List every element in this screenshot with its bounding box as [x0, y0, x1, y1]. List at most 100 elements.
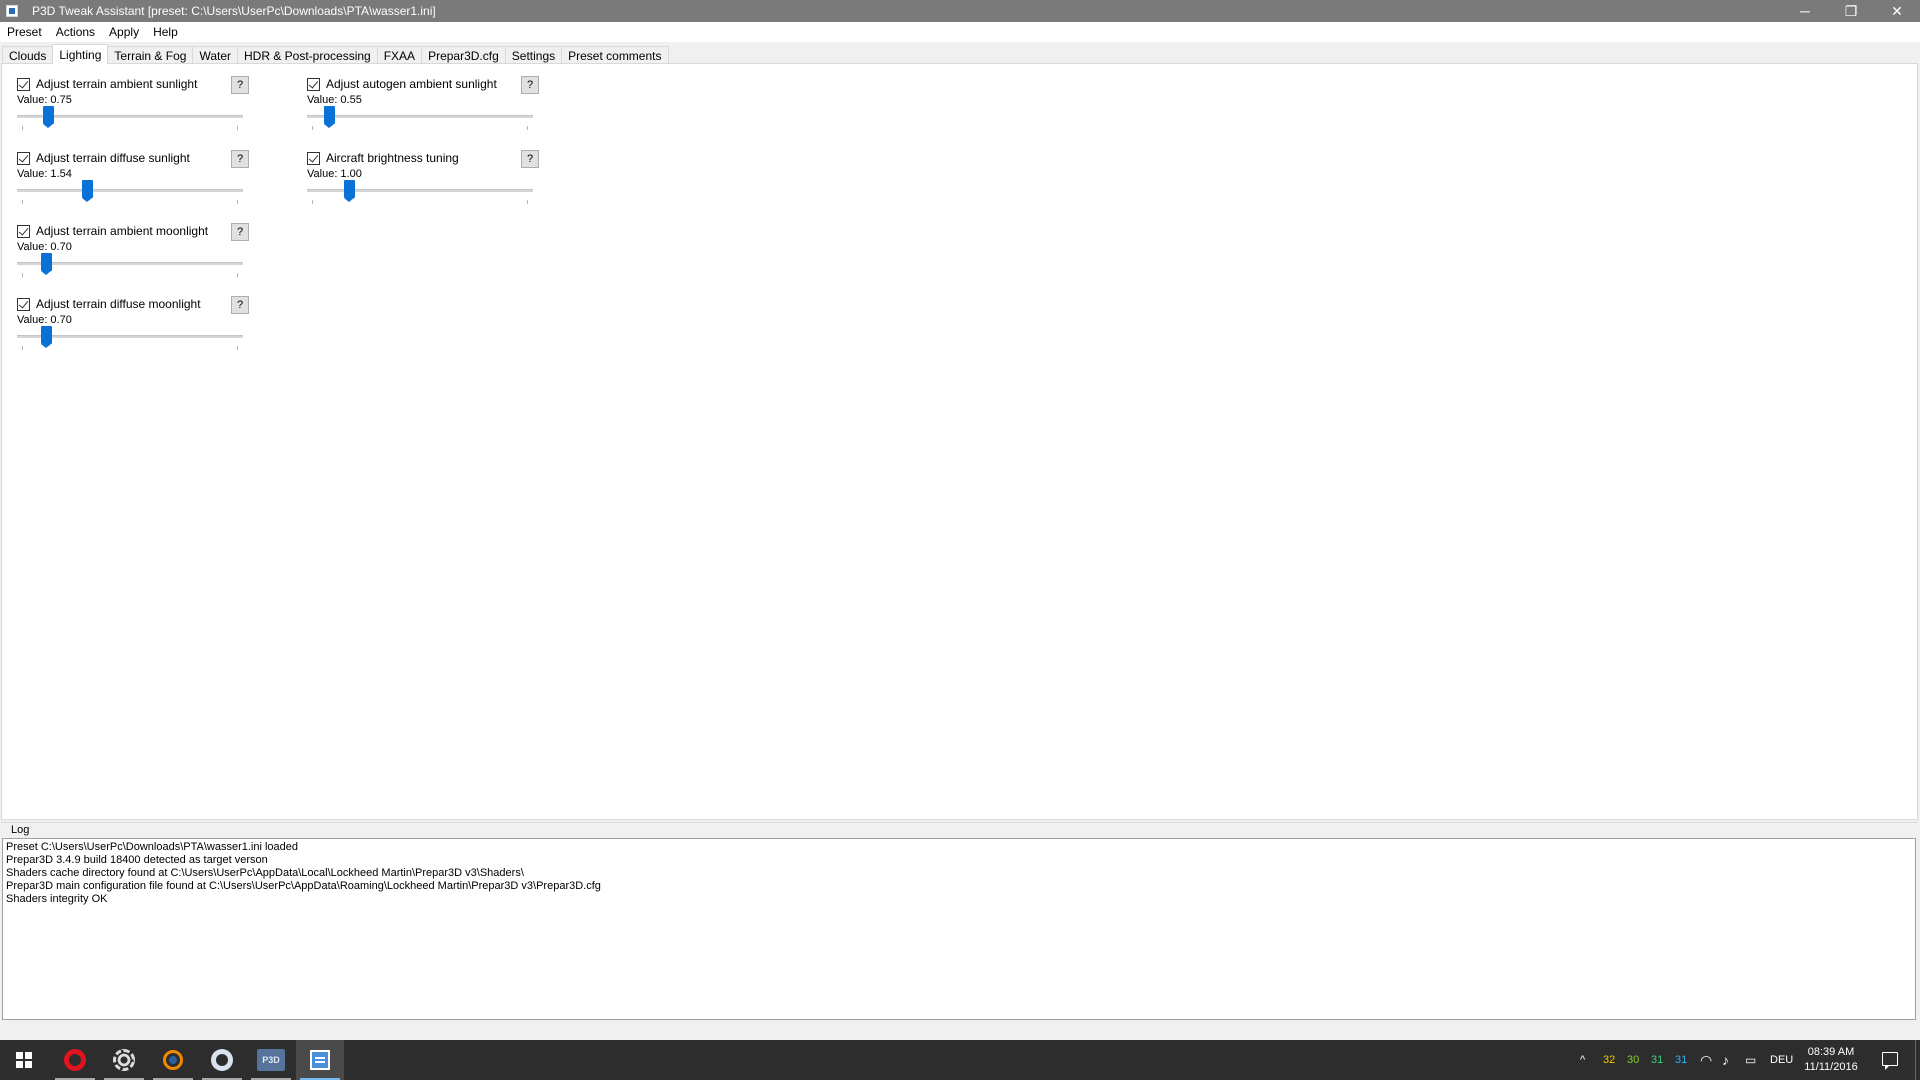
- terrain-diffuse-sunlight-checkbox[interactable]: [17, 151, 30, 165]
- tab-preset-comments[interactable]: Preset comments: [561, 46, 669, 64]
- clock-date: 11/11/2016: [1804, 1061, 1858, 1073]
- slider-thumb[interactable]: [41, 253, 52, 275]
- slider-tick: [22, 200, 23, 204]
- tray-temp-2[interactable]: 30: [1627, 1054, 1639, 1066]
- tray-temp-1[interactable]: 32: [1603, 1054, 1615, 1066]
- checkbox-label: Adjust terrain ambient sunlight: [36, 77, 198, 91]
- taskbar-pta[interactable]: [296, 1040, 344, 1080]
- lighting-tab-panel: Adjust terrain ambient sunlight ? Value:…: [1, 63, 1918, 820]
- slider-thumb[interactable]: [43, 106, 54, 128]
- checkbox-label: Adjust terrain ambient moonlight: [36, 224, 209, 238]
- minimize-button[interactable]: ─: [1782, 0, 1828, 22]
- clock[interactable]: 08:39 AM 11/11/2016: [1796, 1045, 1866, 1075]
- window-controls: ─ ❐ ✕: [1782, 0, 1920, 22]
- value-label: Value: 1.00: [307, 168, 362, 180]
- restore-button[interactable]: ❐: [1828, 0, 1874, 22]
- slider-thumb[interactable]: [82, 180, 93, 202]
- slider-thumb[interactable]: [324, 106, 335, 128]
- slider-tick: [527, 126, 528, 130]
- log-header: Log: [1, 822, 1918, 838]
- window-title: P3D Tweak Assistant [preset: C:\Users\Us…: [32, 4, 436, 18]
- tray-temp-4[interactable]: 31: [1675, 1054, 1687, 1066]
- help-button[interactable]: ?: [231, 223, 249, 241]
- value-label: Value: 0.70: [17, 241, 72, 253]
- log-line: Shaders integrity OK: [6, 893, 108, 905]
- menu-actions[interactable]: Actions: [49, 25, 102, 39]
- log-line: Shaders cache directory found at C:\User…: [6, 867, 524, 879]
- menu-preset[interactable]: Preset: [0, 25, 49, 39]
- slider-tick: [237, 200, 238, 204]
- help-button[interactable]: ?: [521, 76, 539, 94]
- aircraft-brightness-checkbox[interactable]: [307, 151, 320, 165]
- menu-apply[interactable]: Apply: [102, 25, 146, 39]
- terrain-ambient-sunlight-checkbox[interactable]: [17, 77, 30, 91]
- taskbar-p3d[interactable]: P3D: [247, 1040, 295, 1080]
- terrain-diffuse-moonlight-slider[interactable]: [17, 326, 243, 350]
- help-button[interactable]: ?: [231, 76, 249, 94]
- checkbox-label: Adjust terrain diffuse sunlight: [36, 151, 190, 165]
- tab-hdr-post-processing[interactable]: HDR & Post-processing: [237, 46, 378, 64]
- action-center-icon[interactable]: [1882, 1052, 1898, 1070]
- autogen-ambient-sunlight-checkbox[interactable]: [307, 77, 320, 91]
- pta-icon: [310, 1050, 330, 1070]
- value-label: Value: 1.54: [17, 168, 72, 180]
- terrain-ambient-sunlight-slider[interactable]: [17, 106, 243, 130]
- tray-overflow-chevron[interactable]: ^: [1580, 1040, 1585, 1080]
- tab-fxaa[interactable]: FXAA: [376, 46, 423, 64]
- app-icon: [6, 5, 18, 17]
- slider-track: [307, 189, 533, 192]
- menu-bar: Preset Actions Apply Help: [0, 22, 1920, 42]
- terrain-diffuse-moonlight-checkbox[interactable]: [17, 297, 30, 311]
- value-label: Value: 0.70: [17, 314, 72, 326]
- keyboard-icon[interactable]: ▭: [1745, 1040, 1756, 1080]
- opera-icon: [64, 1049, 86, 1071]
- taskbar-steam[interactable]: [198, 1040, 246, 1080]
- setting-terrain-diffuse-sunlight: Adjust terrain diffuse sunlight ? Value:…: [17, 150, 257, 220]
- tab-settings[interactable]: Settings: [504, 46, 563, 64]
- p3d-icon: P3D: [257, 1049, 285, 1071]
- volume-icon[interactable]: ♪: [1722, 1040, 1729, 1080]
- log-textbox[interactable]: Preset C:\Users\UserPc\Downloads\PTA\was…: [2, 838, 1916, 1020]
- slider-tick: [237, 346, 238, 350]
- terrain-ambient-moonlight-slider[interactable]: [17, 253, 243, 277]
- log-line: Preset C:\Users\UserPc\Downloads\PTA\was…: [6, 841, 299, 853]
- tab-terrain-fog[interactable]: Terrain & Fog: [107, 46, 194, 64]
- start-button[interactable]: [0, 1040, 48, 1080]
- clock-time: 08:39 AM: [1807, 1046, 1855, 1058]
- slider-tick: [312, 126, 313, 130]
- checkbox-label: Adjust terrain diffuse moonlight: [36, 297, 201, 311]
- aircraft-brightness-slider[interactable]: [307, 180, 533, 204]
- show-desktop-button[interactable]: [1915, 1040, 1920, 1080]
- log-line: Prepar3D 3.4.9 build 18400 detected as t…: [6, 854, 268, 866]
- slider-track: [307, 115, 533, 118]
- terrain-ambient-moonlight-checkbox[interactable]: [17, 224, 30, 238]
- slider-tick: [22, 126, 23, 130]
- slider-tick: [527, 200, 528, 204]
- steam-icon: [211, 1049, 233, 1071]
- help-button[interactable]: ?: [521, 150, 539, 168]
- menu-help[interactable]: Help: [146, 25, 185, 39]
- help-button[interactable]: ?: [231, 296, 249, 314]
- setting-terrain-diffuse-moonlight: Adjust terrain diffuse moonlight ? Value…: [17, 296, 257, 366]
- slider-tick: [237, 126, 238, 130]
- taskbar-blender[interactable]: [149, 1040, 197, 1080]
- taskbar-opera[interactable]: [51, 1040, 99, 1080]
- checkbox-row: Adjust terrain diffuse sunlight: [17, 150, 190, 166]
- taskbar-settings-app[interactable]: [100, 1040, 148, 1080]
- log-line: Prepar3D main configuration file found a…: [6, 880, 601, 892]
- slider-thumb[interactable]: [344, 180, 355, 202]
- help-button[interactable]: ?: [231, 150, 249, 168]
- terrain-diffuse-sunlight-slider[interactable]: [17, 180, 243, 204]
- tray-temp-3[interactable]: 31: [1651, 1054, 1663, 1066]
- tab-lighting[interactable]: Lighting: [52, 44, 109, 64]
- network-icon[interactable]: ◠: [1700, 1040, 1712, 1080]
- tab-prepar3d-cfg[interactable]: Prepar3D.cfg: [421, 46, 506, 64]
- tab-water[interactable]: Water: [192, 46, 238, 64]
- value-label: Value: 0.75: [17, 94, 72, 106]
- tab-clouds[interactable]: Clouds: [2, 46, 54, 64]
- close-button[interactable]: ✕: [1874, 0, 1920, 22]
- checkbox-label: Adjust autogen ambient sunlight: [326, 77, 497, 91]
- language-indicator[interactable]: DEU: [1770, 1040, 1793, 1080]
- slider-thumb[interactable]: [41, 326, 52, 348]
- autogen-ambient-sunlight-slider[interactable]: [307, 106, 533, 130]
